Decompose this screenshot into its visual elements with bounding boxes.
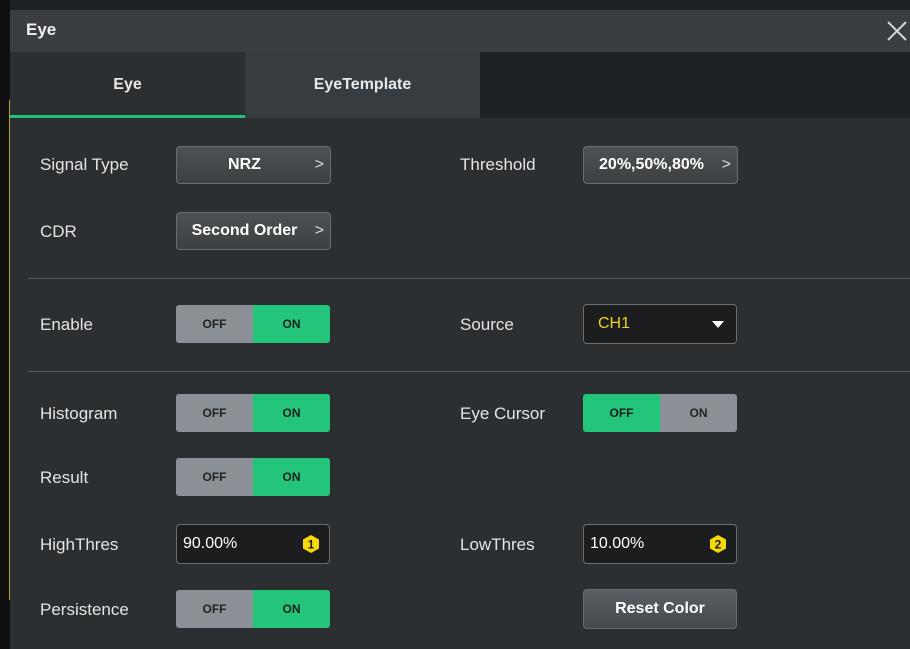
knob-1-icon: 1 [303,535,319,553]
histogram-toggle[interactable]: OFF ON [176,394,330,432]
eye-cursor-toggle[interactable]: OFF ON [583,394,737,432]
chevron-right-icon: > [314,156,324,173]
source-label: Source [460,315,514,334]
high-thres-label: HighThres [40,535,119,554]
threshold-button[interactable]: 20%,50%,80% > [583,146,738,184]
toggle-on-option[interactable]: ON [253,305,330,343]
eye-cursor-label: Eye Cursor [460,404,546,423]
reset-color-button[interactable]: Reset Color [583,589,737,629]
histogram-label: Histogram [40,404,118,423]
signal-type-value: NRZ [228,156,261,173]
cdr-value: Second Order [191,222,298,239]
knob-2-icon: 2 [710,535,726,553]
persistence-label: Persistence [40,600,129,619]
cdr-label: CDR [40,222,77,241]
result-label: Result [40,468,89,487]
toggle-off-option[interactable]: OFF [176,458,253,496]
source-value: CH1 [598,315,631,332]
dialog-title: Eye [26,20,57,39]
divider [28,278,910,279]
threshold-label: Threshold [460,155,536,174]
result-toggle[interactable]: OFF ON [176,458,330,496]
enable-toggle[interactable]: OFF ON [176,305,330,343]
enable-label: Enable [40,315,93,334]
chevron-right-icon: > [314,222,324,239]
toggle-off-option[interactable]: OFF [176,590,253,628]
high-thres-input[interactable]: 90.00% 1 [176,524,330,564]
toggle-on-option[interactable]: ON [660,394,737,432]
signal-type-button[interactable]: NRZ > [176,146,331,184]
settings-panel: Signal Type NRZ > Threshold 20%,50%,80% … [10,118,910,649]
toggle-off-option[interactable]: OFF [176,394,253,432]
chevron-right-icon: > [721,156,731,173]
low-thres-input[interactable]: 10.00% 2 [583,524,737,564]
low-thres-label: LowThres [460,535,535,554]
background-strip [0,0,10,649]
dialog-titlebar: Eye [10,10,910,52]
toggle-on-option[interactable]: ON [253,458,330,496]
knob-1-label: 1 [308,538,315,552]
tab-bar: Eye EyeTemplate [10,52,480,118]
knob-2-label: 2 [715,538,722,552]
toggle-on-option[interactable]: ON [253,590,330,628]
tab-eye[interactable]: Eye [10,52,245,118]
cdr-button[interactable]: Second Order > [176,212,331,250]
close-icon[interactable] [884,18,910,44]
tab-eye-template[interactable]: EyeTemplate [245,52,480,118]
caret-down-icon [712,321,724,328]
persistence-toggle[interactable]: OFF ON [176,590,330,628]
high-thres-value: 90.00% [183,535,238,552]
signal-type-label: Signal Type [40,155,129,174]
source-select[interactable]: CH1 [583,304,737,344]
low-thres-value: 10.00% [590,535,645,552]
divider [28,371,910,372]
threshold-value: 20%,50%,80% [599,156,704,173]
toggle-off-option[interactable]: OFF [583,394,660,432]
toggle-off-option[interactable]: OFF [176,305,253,343]
toggle-on-option[interactable]: ON [253,394,330,432]
